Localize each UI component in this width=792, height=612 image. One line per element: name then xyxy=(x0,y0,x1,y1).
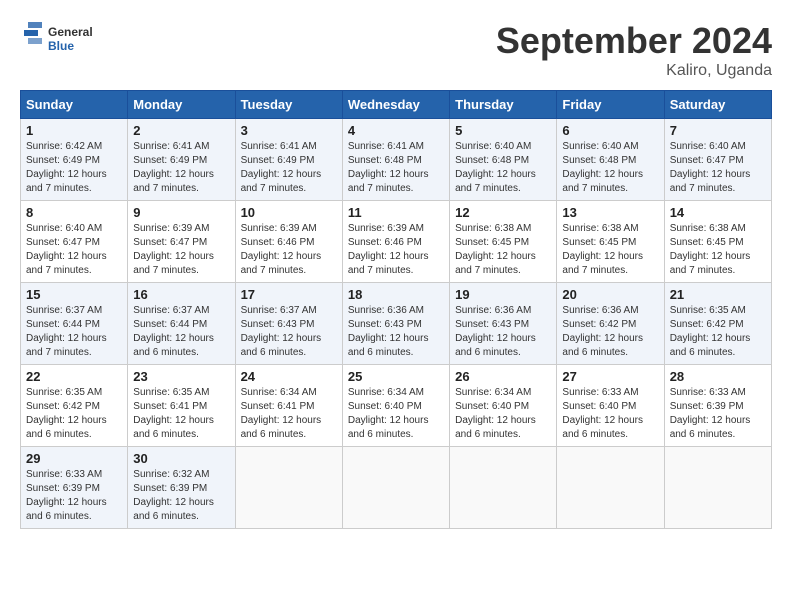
col-friday: Friday xyxy=(557,91,664,119)
day-cell-24: 24 Sunrise: 6:34 AMSunset: 6:41 PMDaylig… xyxy=(235,365,342,447)
calendar-subtitle: Kaliro, Uganda xyxy=(496,62,772,80)
day-cell-19: 19 Sunrise: 6:36 AMSunset: 6:43 PMDaylig… xyxy=(450,283,557,365)
logo-svg: General Blue xyxy=(20,20,110,60)
week-row-real1: 1 Sunrise: 6:42 AMSunset: 6:49 PMDayligh… xyxy=(21,119,772,201)
empty-cell xyxy=(450,447,557,529)
day-cell-23: 23 Sunrise: 6:35 AMSunset: 6:41 PMDaylig… xyxy=(128,365,235,447)
day-cell-7b: 7 Sunrise: 6:40 AMSunset: 6:47 PMDayligh… xyxy=(664,119,771,201)
svg-text:Blue: Blue xyxy=(48,39,74,53)
col-monday: Monday xyxy=(128,91,235,119)
day-cell-10: 10 Sunrise: 6:39 AMSunset: 6:46 PMDaylig… xyxy=(235,201,342,283)
empty-cell xyxy=(235,447,342,529)
day-cell-25: 25 Sunrise: 6:34 AMSunset: 6:40 PMDaylig… xyxy=(342,365,449,447)
week-row-2: 8 Sunrise: 6:40 AMSunset: 6:47 PMDayligh… xyxy=(21,201,772,283)
col-thursday: Thursday xyxy=(450,91,557,119)
col-saturday: Saturday xyxy=(664,91,771,119)
week-row-5: 29 Sunrise: 6:33 AMSunset: 6:39 PMDaylig… xyxy=(21,447,772,529)
day-cell-28: 28 Sunrise: 6:33 AMSunset: 6:39 PMDaylig… xyxy=(664,365,771,447)
day-cell-2: 2 Sunrise: 6:41 AMSunset: 6:49 PMDayligh… xyxy=(128,119,235,201)
day-cell-17: 17 Sunrise: 6:37 AMSunset: 6:43 PMDaylig… xyxy=(235,283,342,365)
logo: General Blue xyxy=(20,20,110,60)
day-cell-16: 16 Sunrise: 6:37 AMSunset: 6:44 PMDaylig… xyxy=(128,283,235,365)
day-cell-26: 26 Sunrise: 6:34 AMSunset: 6:40 PMDaylig… xyxy=(450,365,557,447)
day-cell-30: 30 Sunrise: 6:32 AMSunset: 6:39 PMDaylig… xyxy=(128,447,235,529)
day-cell-11: 11 Sunrise: 6:39 AMSunset: 6:46 PMDaylig… xyxy=(342,201,449,283)
week-row-4: 22 Sunrise: 6:35 AMSunset: 6:42 PMDaylig… xyxy=(21,365,772,447)
day-cell-15: 15 Sunrise: 6:37 AMSunset: 6:44 PMDaylig… xyxy=(21,283,128,365)
svg-text:General: General xyxy=(48,25,93,39)
day-cell-13: 13 Sunrise: 6:38 AMSunset: 6:45 PMDaylig… xyxy=(557,201,664,283)
day-cell-22: 22 Sunrise: 6:35 AMSunset: 6:42 PMDaylig… xyxy=(21,365,128,447)
header-row: Sunday Monday Tuesday Wednesday Thursday… xyxy=(21,91,772,119)
page-header: General Blue September 2024 Kaliro, Ugan… xyxy=(20,20,772,80)
day-cell-3: 3 Sunrise: 6:41 AMSunset: 6:49 PMDayligh… xyxy=(235,119,342,201)
empty-cell xyxy=(342,447,449,529)
day-cell-12: 12 Sunrise: 6:38 AMSunset: 6:45 PMDaylig… xyxy=(450,201,557,283)
day-cell-18: 18 Sunrise: 6:36 AMSunset: 6:43 PMDaylig… xyxy=(342,283,449,365)
day-cell-8: 8 Sunrise: 6:40 AMSunset: 6:47 PMDayligh… xyxy=(21,201,128,283)
day-cell-9: 9 Sunrise: 6:39 AMSunset: 6:47 PMDayligh… xyxy=(128,201,235,283)
day-cell-14: 14 Sunrise: 6:38 AMSunset: 6:45 PMDaylig… xyxy=(664,201,771,283)
day-cell-20: 20 Sunrise: 6:36 AMSunset: 6:42 PMDaylig… xyxy=(557,283,664,365)
empty-cell xyxy=(557,447,664,529)
day-cell-4: 4 Sunrise: 6:41 AMSunset: 6:48 PMDayligh… xyxy=(342,119,449,201)
col-wednesday: Wednesday xyxy=(342,91,449,119)
day-cell-29: 29 Sunrise: 6:33 AMSunset: 6:39 PMDaylig… xyxy=(21,447,128,529)
empty-cell xyxy=(664,447,771,529)
calendar-title: September 2024 xyxy=(496,20,772,62)
day-cell-6: 6 Sunrise: 6:40 AMSunset: 6:48 PMDayligh… xyxy=(557,119,664,201)
col-sunday: Sunday xyxy=(21,91,128,119)
week-row-3: 15 Sunrise: 6:37 AMSunset: 6:44 PMDaylig… xyxy=(21,283,772,365)
title-section: September 2024 Kaliro, Uganda xyxy=(496,20,772,80)
day-cell-1: 1 Sunrise: 6:42 AMSunset: 6:49 PMDayligh… xyxy=(21,119,128,201)
calendar-table: Sunday Monday Tuesday Wednesday Thursday… xyxy=(20,90,772,529)
col-tuesday: Tuesday xyxy=(235,91,342,119)
day-cell-27: 27 Sunrise: 6:33 AMSunset: 6:40 PMDaylig… xyxy=(557,365,664,447)
day-cell-21: 21 Sunrise: 6:35 AMSunset: 6:42 PMDaylig… xyxy=(664,283,771,365)
day-cell-5: 5 Sunrise: 6:40 AMSunset: 6:48 PMDayligh… xyxy=(450,119,557,201)
